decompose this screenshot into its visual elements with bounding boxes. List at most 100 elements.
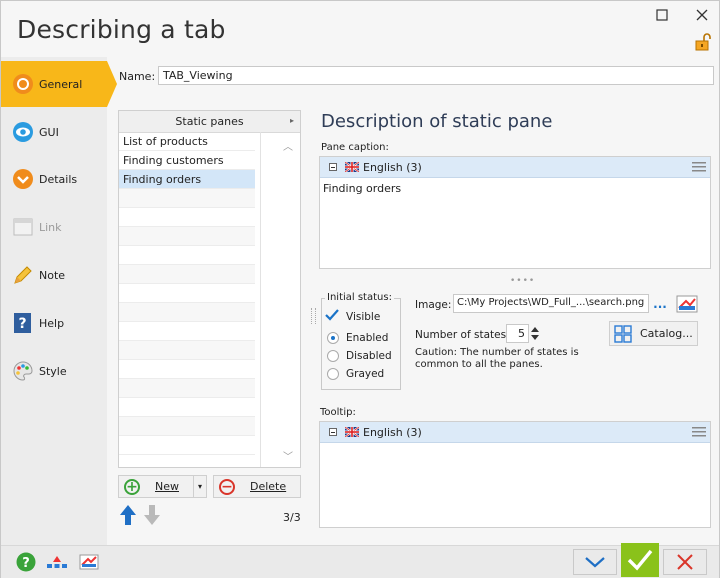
menu-icon[interactable] [692,162,706,172]
move-up-icon[interactable] [119,504,137,529]
list-rows: List of products Finding customers Findi… [119,132,261,455]
sidebar-item-label: Details [39,172,78,186]
empty-row [119,398,255,417]
pane-counter: 3/3 [283,511,301,524]
pane-caption-editor[interactable]: English (3) Finding orders [319,156,711,269]
collapse-icon[interactable] [329,163,337,171]
list-item[interactable]: List of products [119,132,255,151]
image-path-input[interactable]: C:\My Projects\WD_Full_...\search.png [453,294,649,313]
collapse-button[interactable] [573,549,617,575]
sidebar-item-gui[interactable]: GUI [1,109,107,155]
name-label: Name: [119,70,156,83]
sidebar-item-general[interactable]: General [1,61,117,107]
visible-checkbox[interactable] [324,308,340,325]
menu-icon[interactable] [692,427,706,437]
empty-row [119,417,255,436]
sidebar-item-help[interactable]: ? Help [1,300,107,346]
list-scrollbar[interactable]: ︿ ﹀ [278,132,300,467]
disabled-label: Disabled [346,350,392,362]
list-item-selected[interactable]: Finding orders [119,170,255,189]
static-panes-list[interactable]: Static panes ▸ List of products Finding … [118,110,301,468]
empty-row [119,436,255,455]
visible-label: Visible [346,311,381,323]
remove-icon: − [219,478,235,495]
empty-row [119,303,255,322]
sidebar: General GUI Details Link Note ? Help Sty… [1,57,117,545]
close-icon[interactable] [691,5,713,25]
tooltip-language: English (3) [363,425,422,439]
language-header[interactable]: English (3) [320,157,710,178]
chevron-down-icon[interactable]: ﹀ [283,448,293,463]
delete-button-label: Delete [250,480,287,493]
sidebar-item-details[interactable]: Details [1,156,107,202]
empty-row [119,208,255,227]
sidebar-item-label: GUI [39,125,59,139]
empty-row [119,360,255,379]
empty-row [119,227,255,246]
list-header[interactable]: Static panes ▸ [119,111,300,133]
dialog-window: Describing a tab General GUI Details Lin… [0,0,720,578]
tooltip-editor[interactable]: English (3) [319,421,711,528]
note-icon [12,264,34,286]
uk-flag-icon [345,162,359,172]
gui-icon [12,121,34,143]
catalog-button-label: Catalog... [640,327,693,340]
checkmark-icon [627,549,653,571]
help-circle-icon[interactable]: ? [16,552,36,575]
empty-row [119,189,255,208]
empty-row [119,284,255,303]
image-editor-icon[interactable] [676,295,698,316]
svg-text:?: ? [22,556,30,571]
link-icon [12,216,34,238]
pane-caption-value[interactable]: Finding orders [320,178,710,199]
chevron-right-icon: ▸ [289,116,294,125]
enabled-radio[interactable] [327,332,339,344]
add-icon: + [124,478,140,495]
close-icon [677,554,693,570]
browse-button[interactable]: ... [651,294,669,313]
section-title: Description of static pane [321,111,553,132]
caution-text: Caution: The number of states is common … [415,347,579,370]
column-divider [260,132,261,467]
sidebar-item-label: Style [39,364,67,378]
empty-row [119,265,255,284]
empty-row [119,341,255,360]
sidebar-item-label: Link [39,220,62,234]
sidebar-item-note[interactable]: Note [1,252,107,298]
name-input[interactable]: TAB_Viewing [158,66,714,85]
move-down-icon[interactable] [143,504,161,529]
details-icon [12,168,34,190]
new-button-label: New [155,480,179,493]
delete-button[interactable]: − Delete [213,475,301,498]
chevron-down-icon [585,557,605,568]
states-label: Number of states: [415,329,510,341]
grayed-radio[interactable] [327,368,339,380]
list-item[interactable]: Finding customers [119,151,255,170]
image-label: Image: [415,299,452,311]
ok-button[interactable] [621,543,659,577]
language-header[interactable]: English (3) [320,422,710,443]
states-spinner[interactable] [529,324,541,343]
collapse-icon[interactable] [329,428,337,436]
title-bar: Describing a tab [1,1,719,57]
maximize-icon[interactable] [651,5,673,25]
language-settings-icon[interactable] [79,554,99,573]
tools-icon[interactable] [46,554,68,573]
dropdown-arrow-icon[interactable]: ▾ [193,476,206,497]
new-button[interactable]: + New ▾ [118,475,207,498]
sidebar-item-style[interactable]: Style [1,348,107,394]
catalog-button[interactable]: Catalog... [609,321,698,346]
svg-text:?: ? [18,316,26,332]
sidebar-item-label: Help [39,316,65,330]
chevron-up-icon[interactable]: ︿ [283,138,293,153]
splitter-handle[interactable]: •••• [510,276,535,286]
disabled-radio[interactable] [327,350,339,362]
cancel-button[interactable] [663,549,707,575]
tooltip-label: Tooltip: [320,407,356,418]
lock-icon[interactable] [695,33,713,51]
sidebar-item-label: Note [39,268,66,282]
vertical-splitter[interactable] [311,308,316,324]
sidebar-item-link[interactable]: Link [1,204,107,250]
empty-row [119,322,255,341]
states-input[interactable]: 5 [506,324,529,343]
